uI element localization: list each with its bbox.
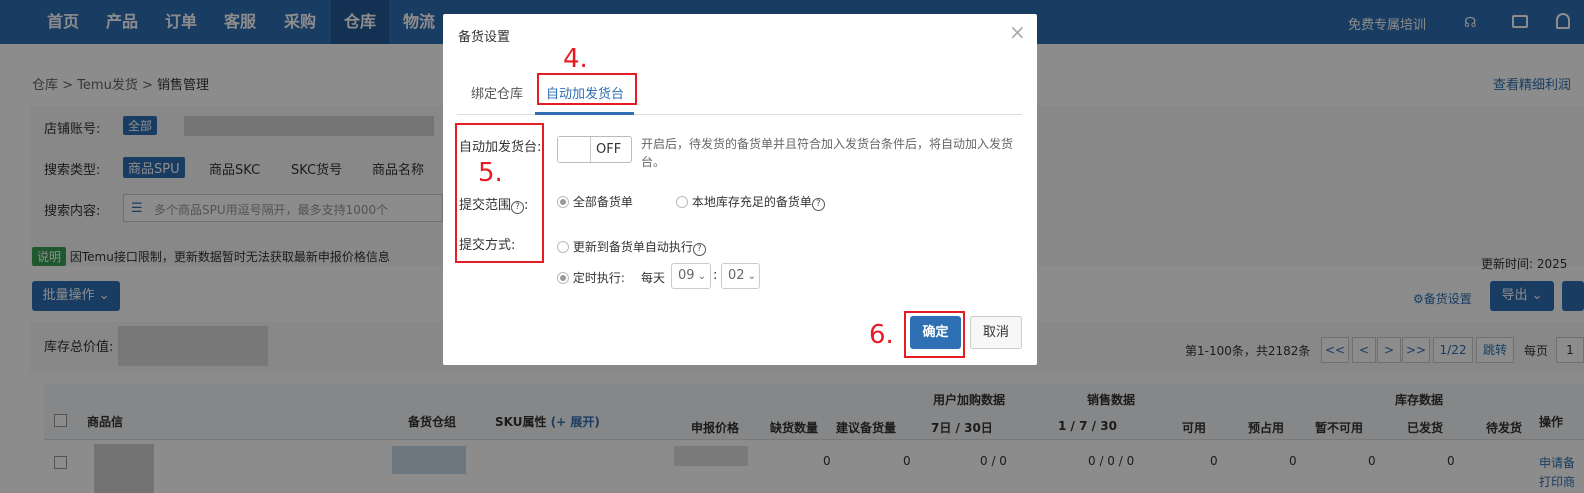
radio-icon: [676, 196, 688, 208]
tab-bind-warehouse[interactable]: 绑定仓库: [471, 83, 523, 102]
method-auto-radio[interactable]: 更新到备货单自动执行?: [557, 238, 706, 256]
dialog-title: 备货设置: [458, 30, 511, 45]
cancel-button[interactable]: 取消: [970, 316, 1022, 349]
annotation-box-4: [537, 73, 637, 105]
scope-all-label: 全部备货单: [572, 195, 633, 209]
radio-icon: [557, 241, 569, 253]
minute-value: 02: [728, 268, 745, 283]
help-icon[interactable]: ?: [811, 198, 825, 211]
scope-local-radio[interactable]: 本地库存充足的备货单?: [676, 193, 825, 211]
toggle-state: OFF: [596, 142, 622, 157]
auto-add-toggle[interactable]: OFF: [557, 136, 632, 163]
method-timed-radio[interactable]: 定时执行:: [557, 269, 625, 286]
annotation-box-5: [455, 123, 544, 263]
close-icon[interactable]: ×: [1009, 20, 1026, 44]
annotation-4: 4.: [563, 44, 588, 74]
daily-label: 每天: [641, 271, 666, 285]
hour-select[interactable]: 09 ⌄: [671, 263, 711, 289]
toggle-knob: [558, 137, 591, 162]
radio-icon: [557, 272, 569, 284]
annotation-5: 5.: [478, 158, 503, 188]
time-colon: :: [713, 268, 718, 283]
radio-icon: [557, 196, 569, 208]
scope-all-radio[interactable]: 全部备货单: [557, 193, 633, 210]
hour-value: 09: [678, 268, 695, 283]
method-timed-label: 定时执行:: [572, 271, 625, 285]
annotation-box-6: [904, 311, 965, 358]
scope-local-label: 本地库存充足的备货单: [691, 195, 812, 209]
method-auto-label: 更新到备货单自动执行: [572, 240, 693, 254]
annotation-6: 6.: [869, 320, 894, 350]
tab-active-indicator: [535, 112, 634, 115]
minute-select[interactable]: 02 ⌄: [721, 263, 760, 289]
auto-add-description: 开启后，待发货的备货单并且符合加入发货台条件后，将自动加入发货台。: [641, 137, 1014, 169]
help-icon[interactable]: ?: [692, 243, 706, 256]
